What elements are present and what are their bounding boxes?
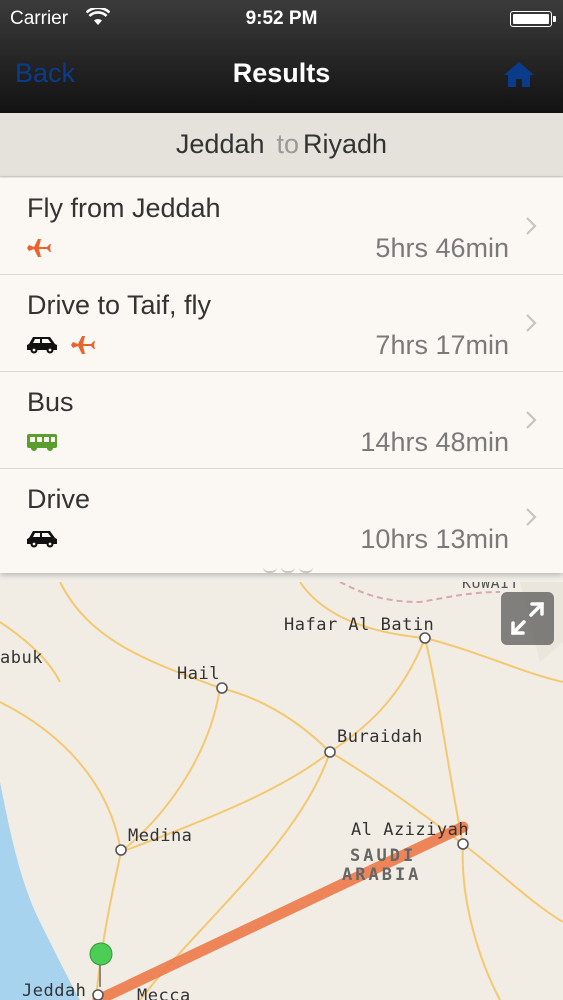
map-label-kuwait: KUWAIT [462,582,520,592]
result-duration: 10hrs 13min [360,524,509,554]
map-label-al-aziziyah: Al Aziziyah [351,820,470,840]
result-row-bus[interactable]: Bus 14hrs 48min [0,372,563,469]
route-to-word: to [276,129,300,159]
map-label-tabuk: abuk [0,648,43,668]
result-label: Fly from Jeddah [27,193,221,223]
result-duration: 7hrs 17min [375,330,509,360]
plane-icon [71,336,95,354]
map-label-mecca: Mecca [137,986,191,1000]
map-label-hail: Hail [177,664,220,684]
route-map[interactable]: KUWAIT Hafar Al Batin abuk Hail Buraidah… [0,582,563,1000]
bus-icon [27,434,57,451]
result-label: Bus [27,387,74,417]
mode-icons [26,431,58,453]
map-canvas [0,582,563,1000]
route-origin: Jeddah [175,129,265,159]
route-destination: Riyadh [303,129,388,159]
mode-icons [26,237,52,259]
map-label-hafar-al-batin: Hafar Al Batin [284,615,435,635]
chevron-right-icon [526,217,537,235]
map-label-medina: Medina [128,826,193,846]
result-duration: 5hrs 46min [375,233,509,263]
chevron-right-icon [526,411,537,429]
drawer-grabber[interactable] [263,567,313,577]
result-row-drive-fly[interactable]: Drive to Taif, fly 7hrs 17min [0,275,563,372]
map-label-buraidah: Buraidah [337,727,423,747]
map-label-saudi: SAUDI [350,846,417,866]
result-duration: 14hrs 48min [360,427,509,457]
car-icon [27,337,57,354]
map-label-jeddah: Jeddah [22,981,87,1000]
top-bar: Carrier 9:52 PM Back Results [0,0,563,113]
result-label: Drive to Taif, fly [27,290,212,320]
car-icon [27,531,57,548]
result-label: Drive [27,484,91,514]
navigation-bar: Back Results [0,40,563,110]
expand-icon [511,602,544,635]
page-title: Results [232,58,331,88]
results-list: Fly from Jeddah 5hrs 46min Drive to Taif… [0,178,563,573]
chevron-right-icon [526,508,537,526]
result-row-fly[interactable]: Fly from Jeddah 5hrs 46min [0,178,563,275]
mode-icons [26,528,58,550]
plane-icon [27,239,51,257]
expand-map-button[interactable] [501,592,554,645]
battery-icon [510,11,556,27]
result-row-drive[interactable]: Drive 10hrs 13min [0,469,563,573]
chevron-right-icon [526,314,537,332]
home-icon[interactable] [503,60,535,88]
route-header: Jeddah to Riyadh [0,113,563,177]
mode-icons [26,334,96,356]
clock: 9:52 PM [245,8,318,29]
status-bar: Carrier 9:52 PM [0,0,563,36]
map-label-arabia: ARABIA [342,865,422,885]
